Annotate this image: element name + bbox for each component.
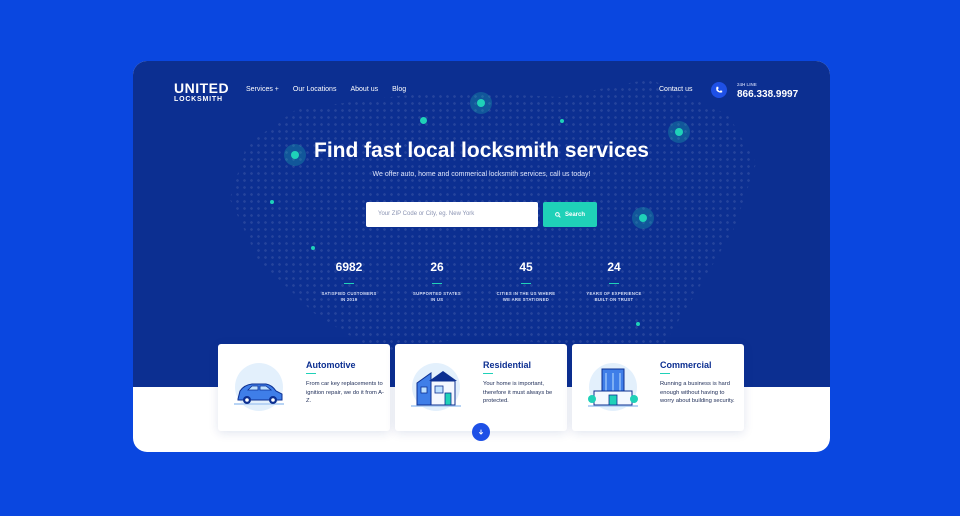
stat-supported-states: 26 SUPPORTED STATES IN US — [397, 260, 477, 303]
stat-value: 6982 — [335, 260, 363, 274]
house-icon — [411, 363, 461, 411]
car-icon — [234, 363, 284, 411]
logo-line1: UNITED — [174, 80, 230, 96]
stat-value: 24 — [607, 260, 621, 274]
main-nav: Services + Our Locations About us Blog — [246, 86, 406, 93]
stat-label: CITIES IN THE US WHERE WE ARE STATIONED — [496, 291, 556, 302]
stat-years-experience: 24 YEARS OF EXPERIENCE BUILT ON TRUST — [574, 260, 654, 303]
nav-blog[interactable]: Blog — [392, 86, 406, 93]
hero-section: UNITED LOCKSMITH Services + Our Location… — [133, 61, 830, 387]
stat-divider — [521, 283, 531, 284]
stat-divider — [609, 283, 619, 284]
service-title-underline — [660, 373, 670, 374]
nav-services[interactable]: Services + — [246, 86, 279, 93]
hero-headline: Find fast local locksmith services — [314, 139, 649, 162]
service-title: Residential — [483, 360, 532, 370]
location-dot-icon — [311, 246, 315, 250]
hero-subtitle: We offer auto, home and commerical locks… — [372, 171, 591, 178]
stat-value: 26 — [430, 260, 444, 274]
arrow-down-icon — [478, 429, 484, 435]
office-building-icon — [588, 363, 638, 411]
scroll-down-button[interactable] — [472, 423, 490, 441]
stat-satisfied-customers: 6982 SATISFIED CUSTOMERS IN 2019 — [309, 260, 389, 303]
service-description: Running a business is hard enough withou… — [660, 381, 735, 404]
nav-contact-us[interactable]: Contact us — [659, 86, 692, 93]
service-title: Automotive — [306, 360, 356, 370]
phone-number[interactable]: 866.338.9997 — [737, 89, 798, 100]
us-map-background — [229, 79, 757, 367]
service-description: Your home is important, therefore it mus… — [483, 381, 553, 404]
location-marker-icon — [470, 92, 492, 114]
phone-icon[interactable] — [711, 82, 727, 98]
search-icon — [555, 211, 561, 218]
location-dot-icon — [270, 200, 274, 204]
stat-label: SUPPORTED STATES IN US — [413, 291, 461, 302]
service-card-residential[interactable]: Residential Your home is important, ther… — [395, 344, 567, 431]
stat-value: 45 — [519, 260, 533, 274]
stat-label: YEARS OF EXPERIENCE BUILT ON TRUST — [586, 291, 642, 302]
page-card: UNITED LOCKSMITH Services + Our Location… — [133, 61, 830, 452]
search-button[interactable]: Search — [543, 202, 597, 227]
stat-divider — [432, 283, 442, 284]
location-marker-icon — [632, 207, 654, 229]
service-title: Commercial — [660, 360, 712, 370]
phone-label: 24H LINE — [737, 82, 757, 87]
stat-label: SATISFIED CUSTOMERS IN 2019 — [321, 291, 377, 302]
search-input[interactable]: Your ZIP Code or City, eg. New York — [366, 202, 538, 227]
nav-our-locations[interactable]: Our Locations — [293, 86, 337, 93]
location-dot-icon — [636, 322, 640, 326]
stat-divider — [344, 283, 354, 284]
service-title-underline — [306, 373, 316, 374]
service-title-underline — [483, 373, 493, 374]
location-dot-icon — [560, 119, 564, 123]
united-locksmith-logo[interactable]: UNITED LOCKSMITH — [174, 81, 229, 103]
logo-line2: LOCKSMITH — [174, 96, 223, 103]
stat-cities: 45 CITIES IN THE US WHERE WE ARE STATIONE… — [486, 260, 566, 303]
nav-about-us[interactable]: About us — [350, 86, 378, 93]
service-description: From car key replacements to ignition re… — [306, 381, 384, 404]
location-dot-icon — [420, 117, 427, 124]
search-button-label: Search — [564, 211, 585, 218]
service-card-commercial[interactable]: Commercial Running a business is hard en… — [572, 344, 744, 431]
service-card-automotive[interactable]: Automotive From car key replacements to … — [218, 344, 390, 431]
